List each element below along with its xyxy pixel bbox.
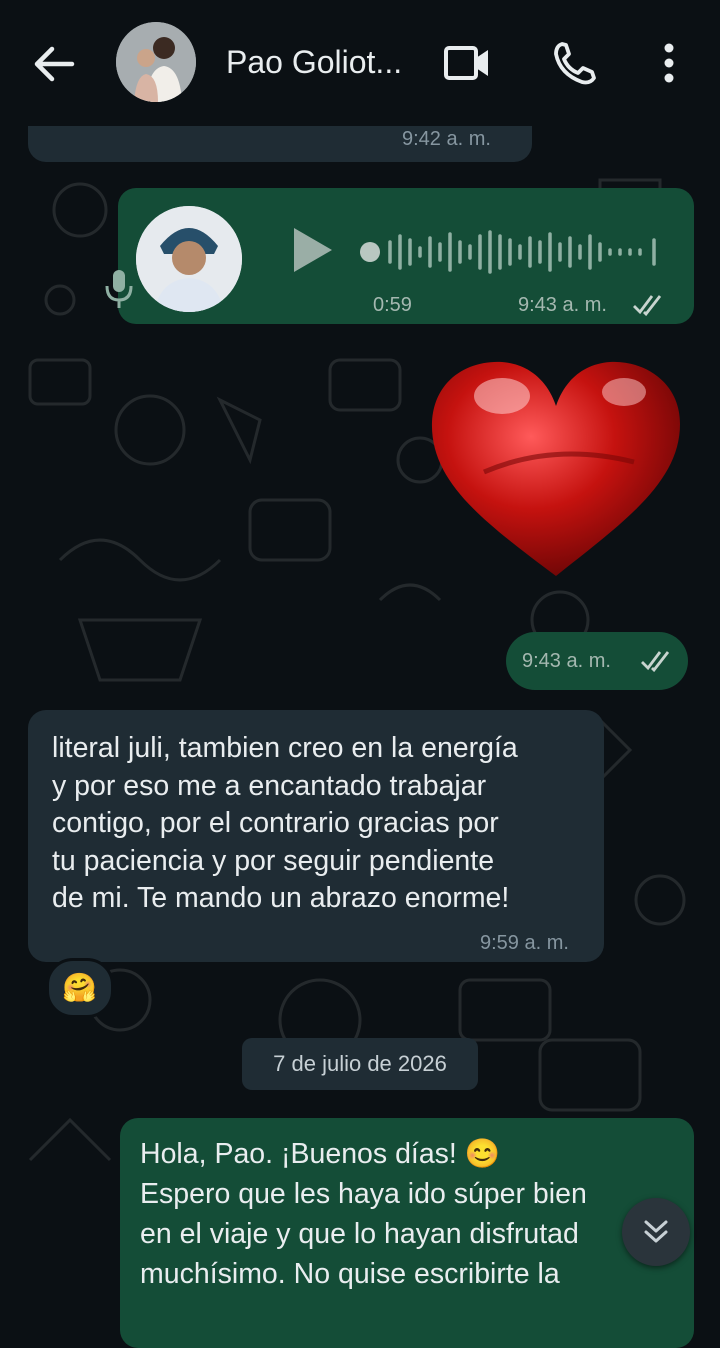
outgoing-message[interactable]: Hola, Pao. ¡Buenos días! 😊 Espero que le…: [120, 1118, 694, 1348]
message-line: de mi. Te mando un abrazo enorme!: [52, 882, 510, 914]
message-line: tu paciencia y por seguir pendiente: [52, 844, 495, 877]
message-line: literal juli, tambien creo en la energía: [52, 732, 518, 764]
audio-waveform[interactable]: [358, 228, 664, 276]
voice-duration: 0:59: [373, 294, 412, 316]
sticker-time: 9:43 a. m.: [522, 650, 611, 672]
hugging-face-emoji: 🤗: [62, 972, 97, 1003]
phone-icon[interactable]: [552, 40, 602, 86]
message-line: en el viaje y que lo hayan disfrutad: [140, 1218, 579, 1250]
sticker-time-pill: 9:43 a. m.: [506, 632, 688, 690]
voice-sender-avatar: [136, 206, 242, 312]
reaction-badge[interactable]: 🤗: [46, 958, 114, 1018]
message-line: y por eso me a encantado trabajar: [52, 769, 487, 802]
play-icon[interactable]: [288, 224, 336, 276]
contact-avatar[interactable]: [116, 22, 196, 102]
outgoing-message-text: Hola, Pao. ¡Buenos días! 😊 Espero que le…: [140, 1134, 680, 1294]
date-divider: 7 de julio de 2026: [242, 1038, 478, 1090]
message-line: Espero que les haya ido súper bien: [140, 1178, 587, 1210]
voice-message[interactable]: 0:59 9:43 a. m.: [105, 188, 694, 324]
red-heart-sticker[interactable]: [424, 352, 688, 582]
message-line: contigo, por el contrario gracias por: [52, 807, 499, 839]
incoming-message-text: literal juli, tambien creo en la energía…: [52, 730, 592, 918]
voice-time: 9:43 a. m.: [518, 294, 607, 316]
incoming-message-time: 9:59 a. m.: [480, 932, 569, 954]
chat-header: Pao Goliot...: [0, 0, 720, 126]
message-line: muchísimo. No quise escribirte la: [140, 1258, 560, 1290]
double-check-icon: [641, 651, 670, 672]
contact-name[interactable]: Pao Goliot...: [226, 44, 402, 81]
microphone-icon: [105, 270, 133, 308]
message-line: Hola, Pao. ¡Buenos días! 😊: [140, 1138, 501, 1170]
arrow-left-icon[interactable]: [30, 42, 78, 86]
double-check-icon: [633, 295, 662, 316]
double-chevron-down-icon: [644, 1220, 668, 1243]
video-call-icon[interactable]: [442, 40, 492, 86]
incoming-message[interactable]: literal juli, tambien creo en la energía…: [28, 710, 604, 962]
previous-message-time: 9:42 a. m.: [402, 128, 491, 150]
more-vert-icon[interactable]: [646, 40, 692, 86]
scroll-to-bottom-button[interactable]: [622, 1198, 690, 1266]
